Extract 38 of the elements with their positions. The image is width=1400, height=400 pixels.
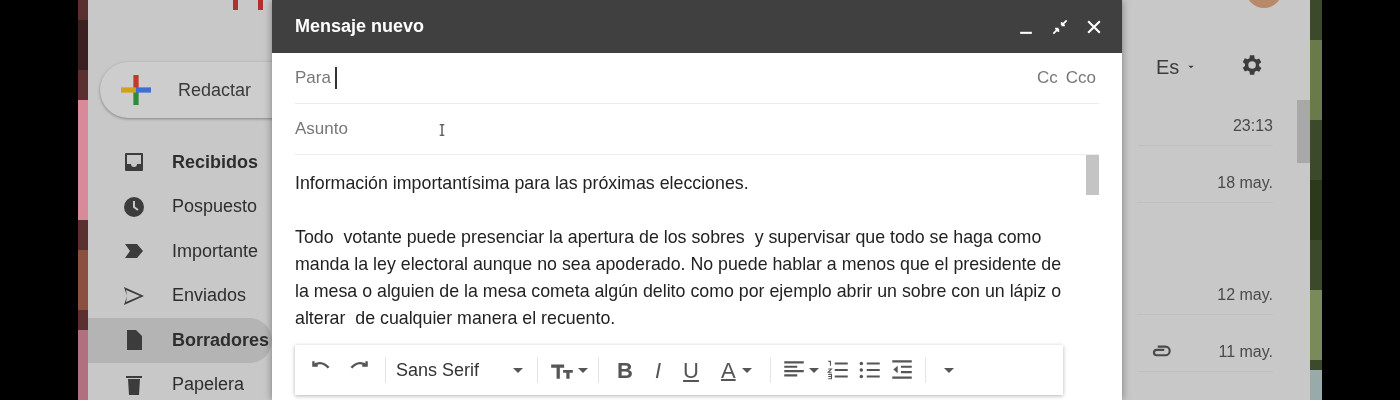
mail-row[interactable]: 18 may. xyxy=(1138,163,1273,203)
sidebar-item[interactable]: Pospuesto xyxy=(88,184,272,229)
inbox-icon xyxy=(122,150,146,174)
mail-row[interactable]: 23:13 xyxy=(1138,106,1273,146)
caret-icon xyxy=(808,367,819,373)
window-title: Mensaje nuevo xyxy=(295,15,426,38)
font-dropdown[interactable]: Sans Serif xyxy=(396,356,528,384)
caret-icon xyxy=(741,367,752,373)
more-options-icon[interactable] xyxy=(943,367,954,373)
mail-date: 23:13 xyxy=(1232,115,1273,136)
field-label: Para xyxy=(295,67,331,90)
italic-button[interactable]: I xyxy=(646,353,670,387)
bold-button[interactable]: B xyxy=(609,353,641,387)
subject-field[interactable]: Asunto xyxy=(295,116,1099,142)
mail-date: 12 may. xyxy=(1217,284,1273,305)
sidebar-item[interactable]: Borradores xyxy=(88,317,272,363)
scrollbar[interactable] xyxy=(1297,100,1310,163)
caret-icon xyxy=(513,367,524,373)
mail-date: 11 may. xyxy=(1218,341,1273,362)
sidebar-item[interactable]: Recibidos xyxy=(88,139,272,185)
language-button[interactable]: Es xyxy=(1156,52,1198,82)
scrollbar[interactable] xyxy=(1086,155,1099,195)
mail-row[interactable]: 11 may. xyxy=(1138,332,1273,372)
clock-icon xyxy=(122,194,146,219)
sidebar-item[interactable]: Enviados xyxy=(88,273,272,318)
color-button[interactable]: A xyxy=(712,353,760,387)
text-cursor xyxy=(334,67,337,89)
cc-link[interactable]: Cc xyxy=(1037,65,1058,91)
sidebar-item[interactable]: Importante xyxy=(88,228,272,274)
sidebar-item[interactable]: Papelera xyxy=(88,362,272,400)
body-paragraph: Todo votante puede presenciar la apertura de los sobres y supervisar que todo se haga como manda la ley electoral aunque no sea apoderado. No puede hablar a menos que el presidente de la mesa o alguien de la mesa cometa algún delito como por ejemplo abrir un sobre con un lápiz o alterar de cualquier manera el recuento. xyxy=(295,226,1063,330)
plus-icon xyxy=(118,72,154,108)
mail-row[interactable]: 12 may. xyxy=(1138,275,1273,315)
caret-icon xyxy=(578,367,589,373)
body-paragraph: Información importantísima para las próximas elecciones. xyxy=(295,172,750,195)
underline-button[interactable]: U xyxy=(675,353,707,387)
bcc-link[interactable]: Cco xyxy=(1065,65,1096,91)
mail-date: 18 may. xyxy=(1217,172,1273,193)
